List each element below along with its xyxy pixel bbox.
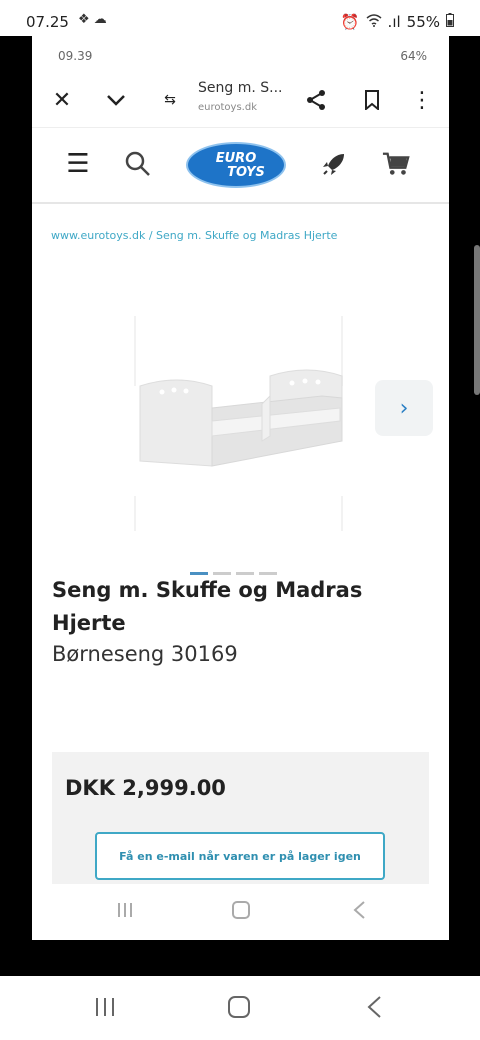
tune-icon[interactable]: ⇆	[156, 86, 184, 114]
recent-apps-icon[interactable]	[94, 996, 116, 1024]
alarm-icon: ⏰	[340, 13, 360, 31]
battery-percent: 55%	[406, 13, 440, 31]
back-icon[interactable]	[352, 900, 366, 924]
chevron-right-icon: ›	[399, 395, 409, 421]
eurotoys-logo[interactable]: EURO TOYS	[186, 142, 286, 188]
bookmark-icon[interactable]	[358, 86, 386, 114]
notification-icons: ❖ ☁	[78, 12, 107, 27]
logo-text-bottom: TOYS	[227, 165, 265, 180]
search-icon[interactable]	[124, 150, 152, 178]
home-icon[interactable]	[228, 996, 250, 1024]
inner-clock: 09.39	[58, 49, 93, 63]
product-title: Seng m. Skuffe og Madras Hjerte	[52, 578, 363, 635]
product-subtitle: Børneseng 30169	[52, 642, 238, 666]
outer-clock: 07.25	[26, 13, 69, 31]
battery-icon	[446, 13, 454, 31]
page-url[interactable]: eurotoys.dk	[198, 102, 257, 113]
home-icon[interactable]	[232, 900, 250, 924]
carousel-next-button[interactable]: ›	[375, 380, 433, 436]
outer-nav-bar	[0, 976, 480, 1040]
signal-icon: .ıl	[387, 13, 401, 31]
cart-icon[interactable]	[382, 150, 410, 178]
breadcrumb[interactable]: www.eurotoys.dk / Seng m. Skuffe og Madr…	[51, 229, 337, 242]
close-icon[interactable]: ✕	[48, 86, 76, 114]
outer-status-right: ⏰ .ıl 55%	[341, 13, 454, 31]
browser-toolbar: ✕ ⇆ Seng m. S... eurotoys.dk ⋮	[32, 72, 449, 128]
outer-status-bar: 07.25 ❖ ☁ ⏰ .ıl 55%	[0, 0, 480, 36]
menu-icon[interactable]: ☰	[64, 149, 92, 179]
share-icon[interactable]	[302, 86, 330, 114]
wifi-icon	[366, 13, 382, 31]
recent-apps-icon[interactable]	[116, 900, 134, 924]
scrollbar[interactable]	[474, 245, 480, 395]
back-icon[interactable]	[366, 996, 382, 1024]
more-icon[interactable]: ⋮	[408, 86, 436, 114]
rocket-icon[interactable]	[320, 150, 348, 178]
inner-status-bar: 09.39 64%	[32, 36, 449, 72]
product-image[interactable]	[62, 296, 402, 536]
inner-nav-bar	[32, 884, 449, 940]
notify-restock-button[interactable]: Få en e-mail når varen er på lager igen	[95, 832, 385, 880]
product-price: DKK 2,999.00	[65, 776, 226, 800]
inner-battery: 64%	[400, 49, 427, 63]
tab-title[interactable]: Seng m. S...	[198, 80, 283, 96]
logo-text-top: EURO	[215, 151, 257, 166]
chevron-down-icon[interactable]	[102, 86, 130, 114]
site-header: ☰ EURO TOYS	[32, 128, 449, 204]
inner-screenshot: 09.39 64% ✕ ⇆ Seng m. S... eurotoys.dk ⋮…	[32, 36, 449, 940]
